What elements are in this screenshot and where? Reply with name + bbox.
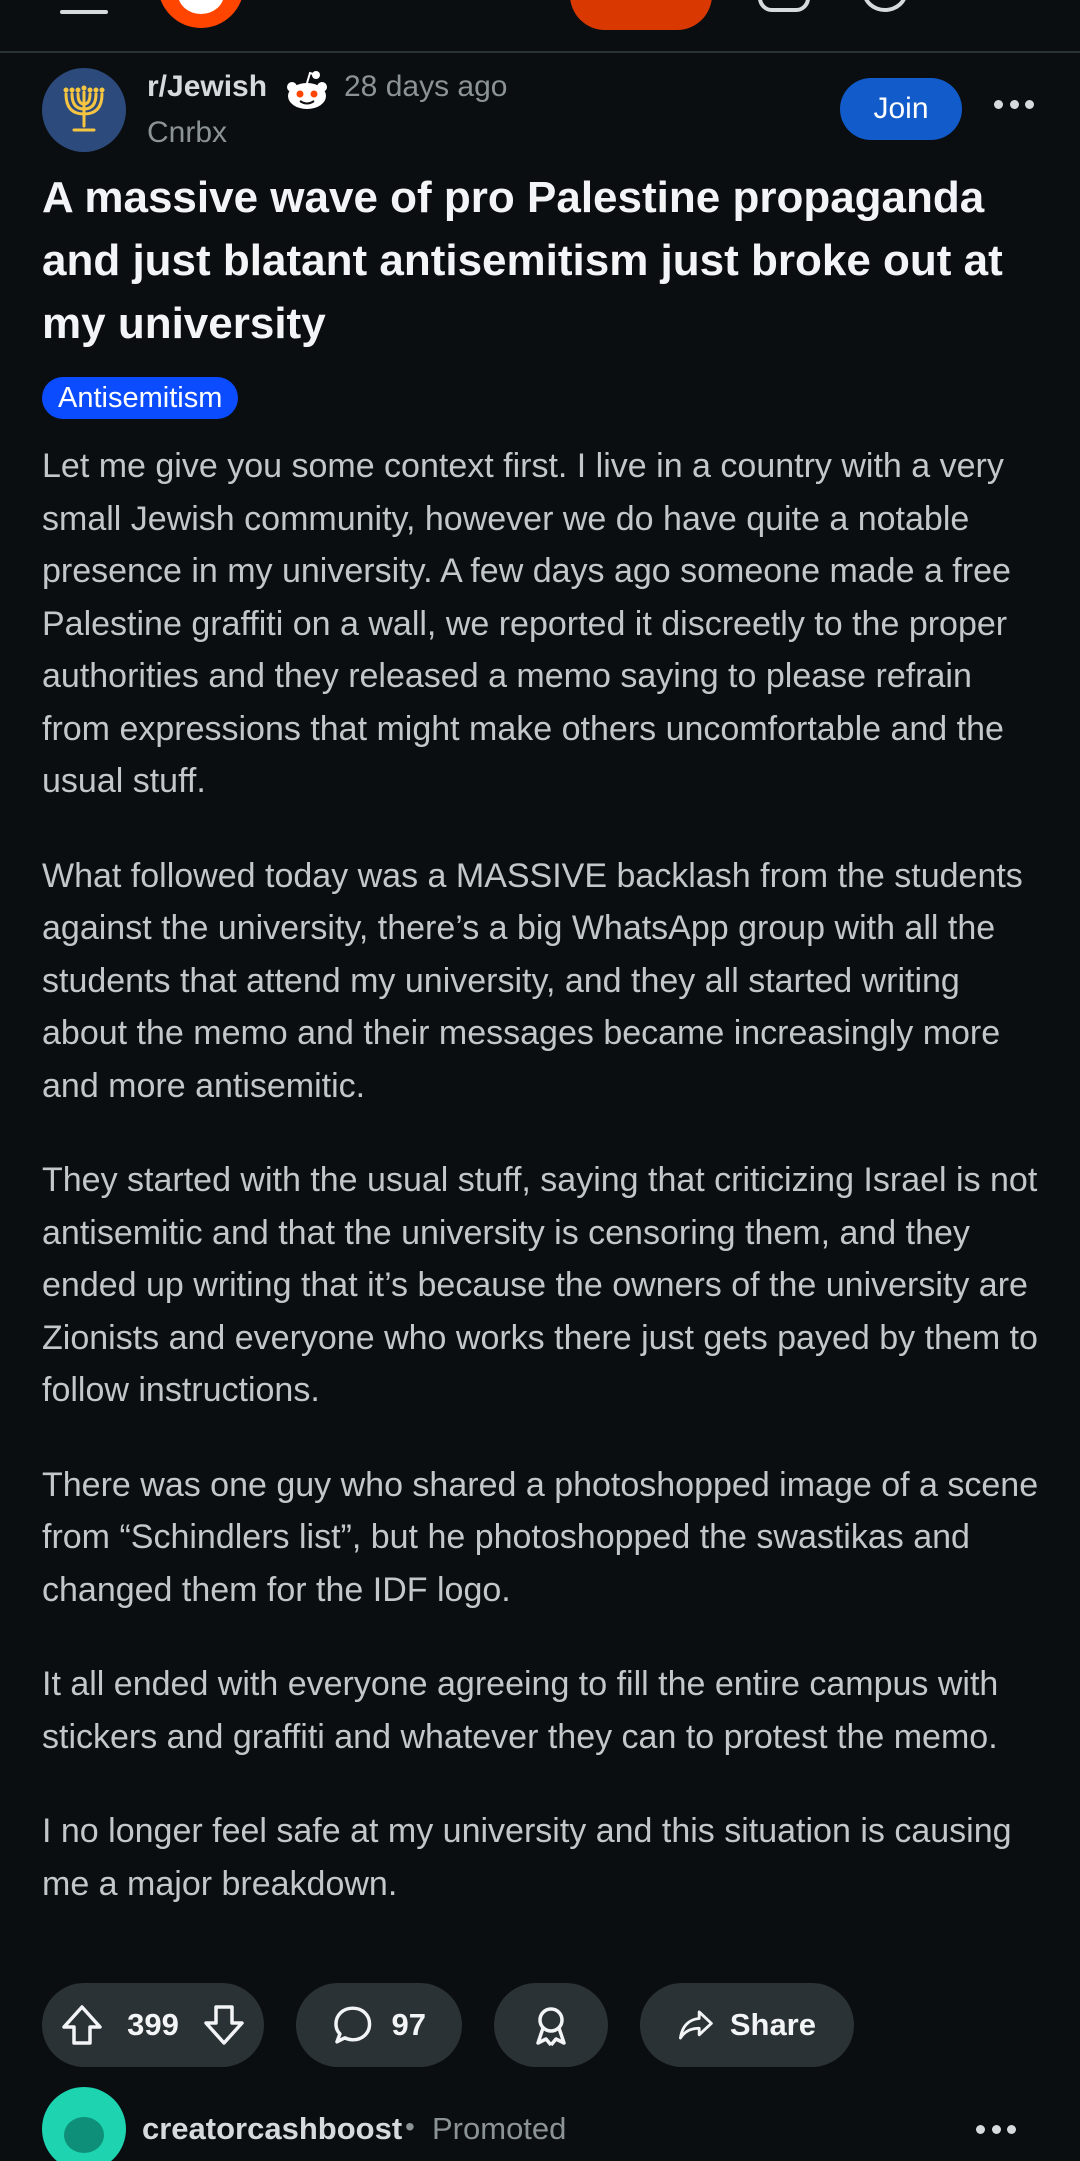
- post-author[interactable]: Cnrbx: [147, 116, 227, 150]
- more-icon[interactable]: [976, 2125, 1016, 2135]
- reddit-logo[interactable]: [158, 0, 244, 28]
- award-icon: [536, 2007, 566, 2047]
- post-flair[interactable]: Antisemitism: [42, 377, 239, 419]
- body-paragraph: They started with the usual stuff, sayin…: [42, 1161, 1038, 1409]
- post-title: A massive wave of pro Palestine propagan…: [42, 173, 1003, 348]
- promoted-label: Promoted: [432, 2111, 567, 2146]
- vote-count: 399: [127, 2007, 179, 2042]
- snoo-icon: [285, 70, 329, 112]
- body-paragraph: Let me give you some context first. I li…: [42, 447, 1011, 800]
- share-label: Share: [729, 2007, 816, 2042]
- top-app-bar: [0, 0, 1080, 53]
- join-button[interactable]: Join: [840, 78, 962, 140]
- award-button[interactable]: [494, 1983, 608, 2067]
- downvote-icon[interactable]: [202, 2003, 246, 2047]
- get-app-button[interactable]: [570, 0, 712, 30]
- promoted-avatar[interactable]: [42, 2087, 126, 2161]
- subreddit-avatar[interactable]: [42, 68, 126, 152]
- share-icon: [679, 2010, 713, 2040]
- body-paragraph: There was one guy who shared a photoshop…: [42, 1465, 1039, 1609]
- separator-dot: •: [405, 2111, 415, 2142]
- comment-count: 97: [391, 2007, 426, 2042]
- menu-icon[interactable]: [60, 0, 108, 14]
- post-action-bar: 399 97 Share: [42, 1983, 854, 2067]
- search-icon[interactable]: [862, 0, 908, 12]
- chat-icon[interactable]: [758, 0, 810, 12]
- menorah-icon: [63, 85, 105, 132]
- share-button[interactable]: Share: [640, 1983, 854, 2067]
- post-body: Let me give you some context first. I li…: [42, 440, 1042, 1952]
- subreddit-name[interactable]: r/Jewish: [147, 70, 267, 104]
- body-paragraph: It all ended with everyone agreeing to f…: [42, 1665, 999, 1756]
- post-time: 28 days ago: [344, 70, 508, 103]
- vote-control: 399: [42, 1983, 264, 2067]
- body-paragraph: I no longer feel safe at my university a…: [42, 1812, 1012, 1903]
- upvote-icon[interactable]: [60, 2003, 104, 2047]
- promoted-name[interactable]: creatorcashboost: [142, 2111, 402, 2147]
- comment-icon: [334, 2006, 372, 2044]
- body-paragraph: What followed today was a MASSIVE backla…: [42, 856, 1023, 1105]
- more-icon[interactable]: [994, 100, 1034, 110]
- comments-button[interactable]: 97: [296, 1983, 462, 2067]
